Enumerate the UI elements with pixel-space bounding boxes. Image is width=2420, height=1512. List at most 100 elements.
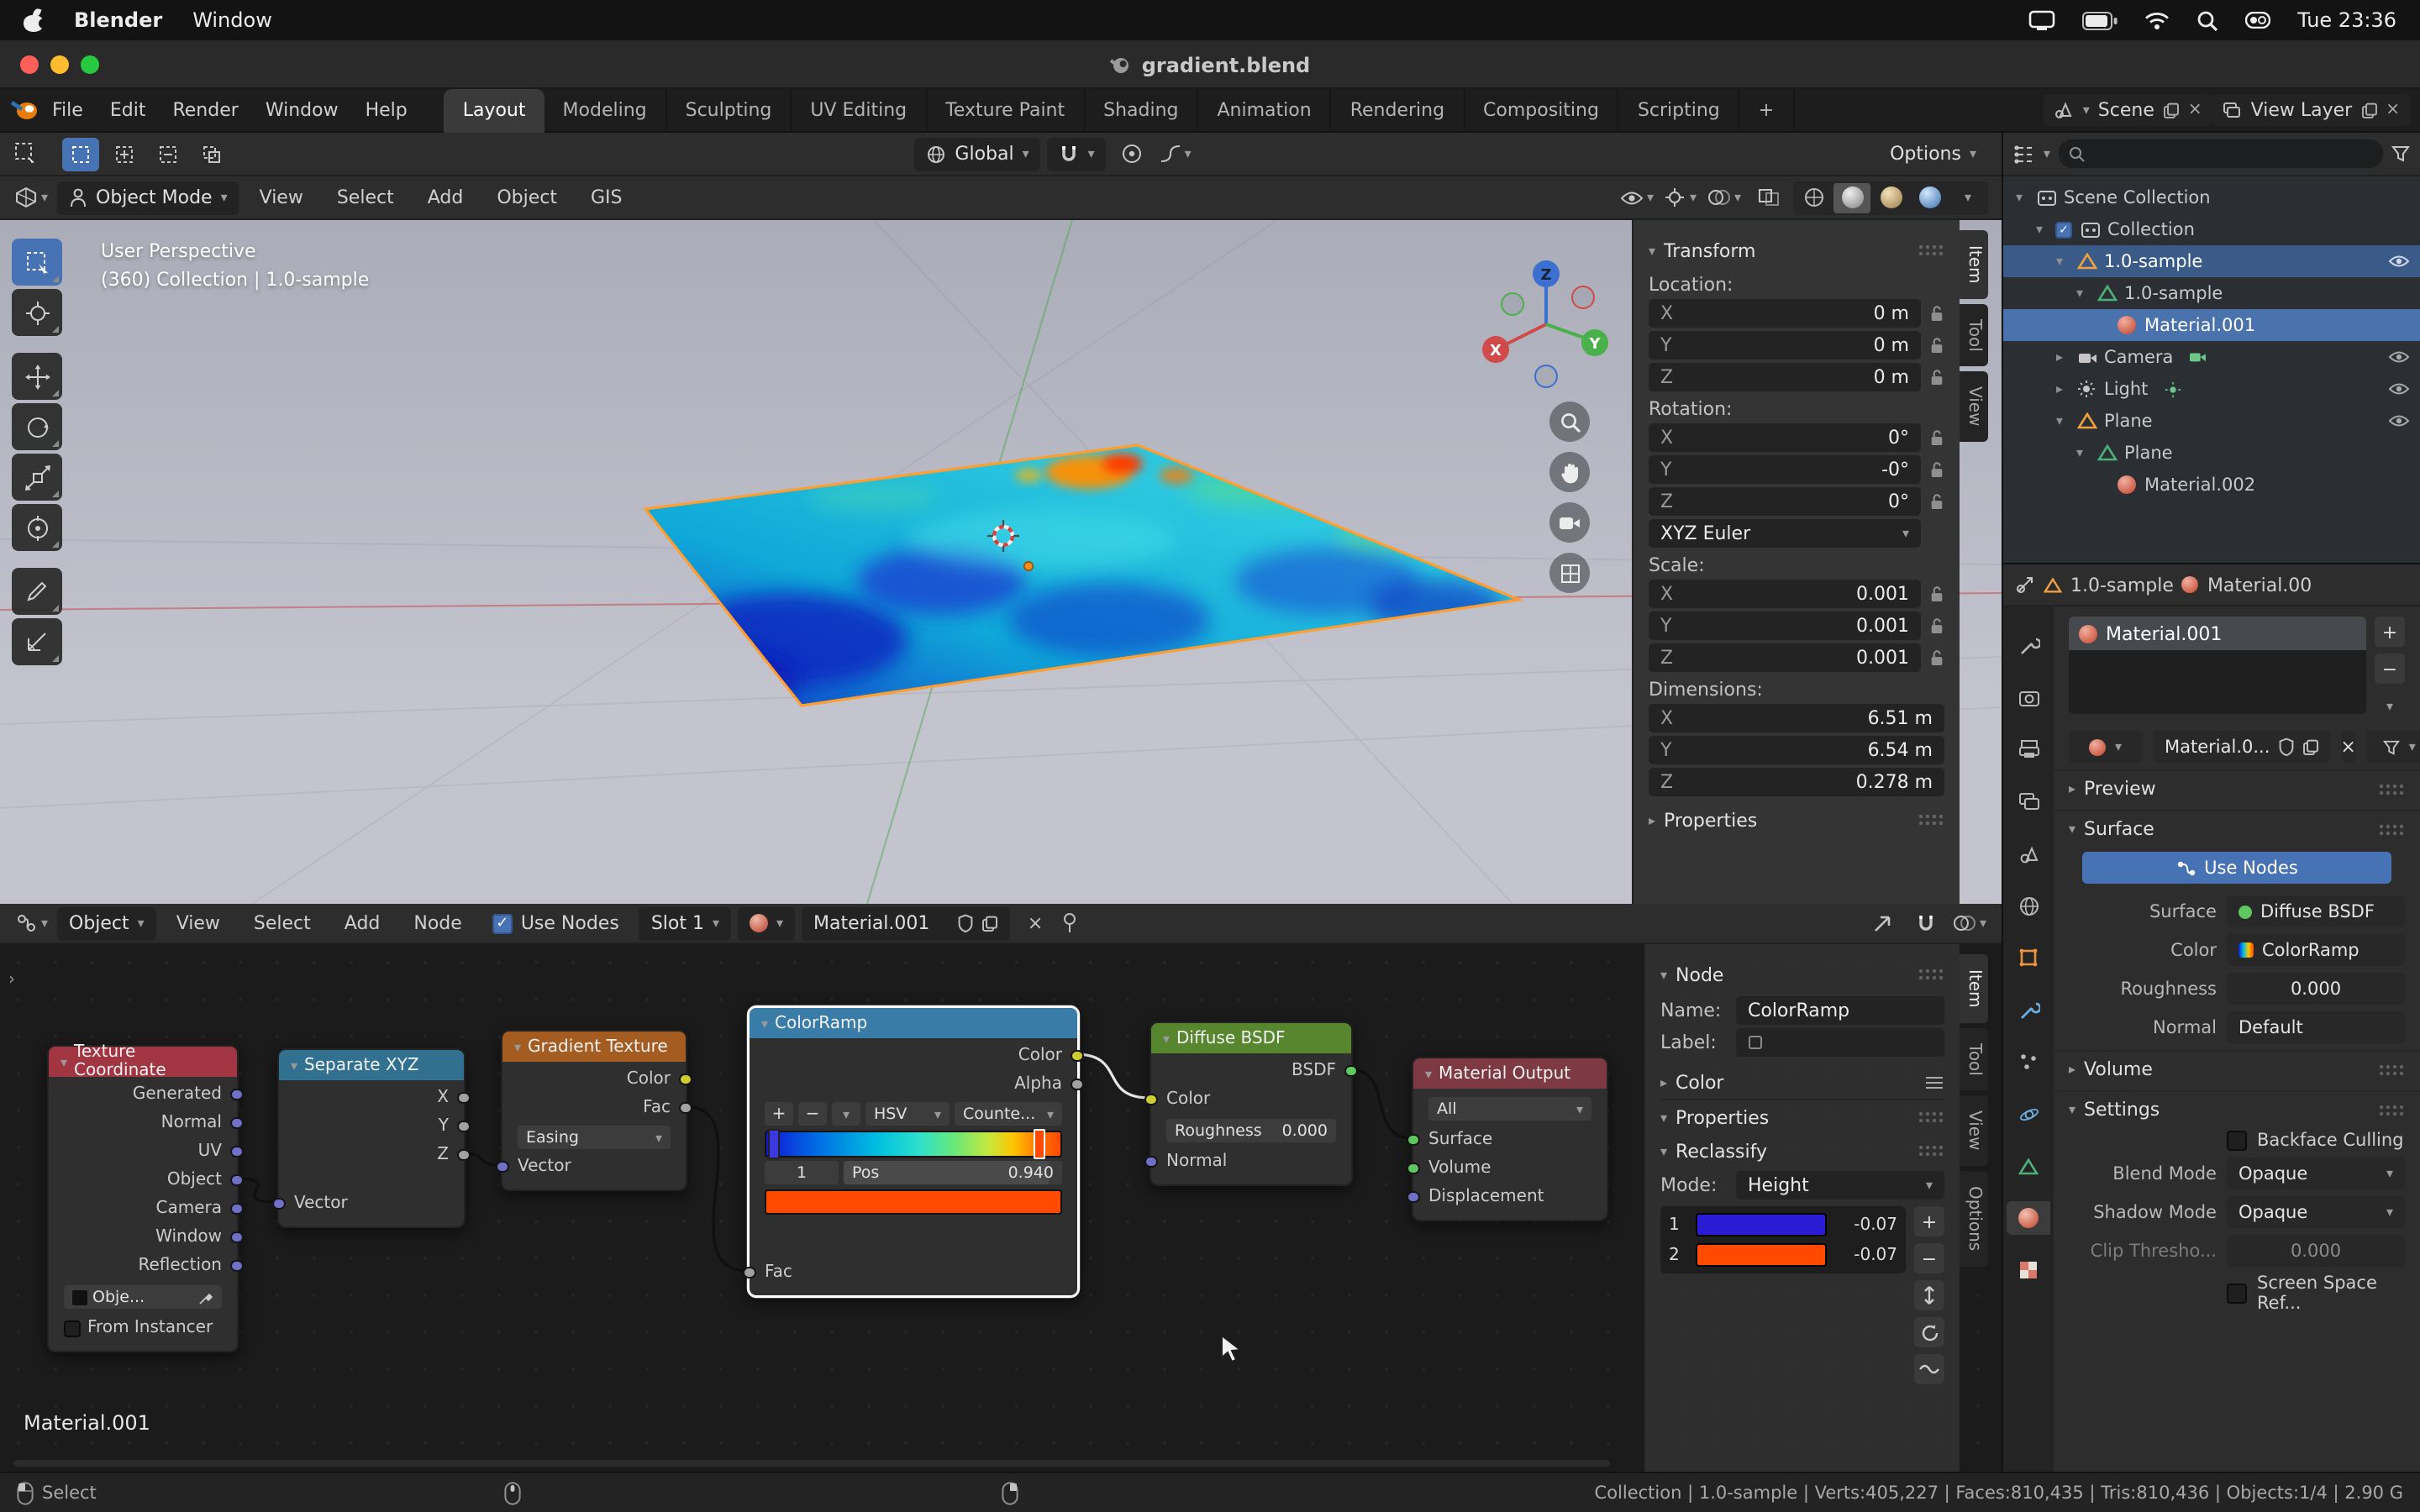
use-nodes-button[interactable]: Use Nodes: [2082, 852, 2391, 884]
settings-section-header[interactable]: ▾Settings: [2054, 1090, 2420, 1127]
tab-tool[interactable]: [2007, 628, 2050, 662]
tab-view[interactable]: View: [1960, 371, 1988, 441]
tool-move[interactable]: [12, 353, 62, 400]
from-instancer-row[interactable]: From Instancer: [49, 1314, 237, 1342]
blend-mode-dropdown[interactable]: Opaque▾: [2227, 1158, 2405, 1189]
ramp-stop-0[interactable]: [768, 1128, 780, 1158]
node-texture-coordinate[interactable]: ▾Texture Coordinate Generated Normal UV …: [47, 1045, 239, 1352]
menu-file[interactable]: File: [39, 88, 97, 132]
sh-menu-node[interactable]: Node: [400, 901, 475, 945]
add-stop-button[interactable]: +: [765, 1102, 793, 1126]
outliner-row-material-001[interactable]: Material.001: [2003, 309, 2420, 341]
tool-annotate[interactable]: [12, 568, 62, 615]
tab-particles[interactable]: [2007, 1045, 2050, 1079]
proportional-editing-icon[interactable]: [1113, 137, 1150, 171]
refresh-icon[interactable]: [1914, 1317, 1944, 1347]
move-rows-icon[interactable]: [1914, 1280, 1944, 1310]
scene-selector[interactable]: ▾ Scene ×: [2044, 94, 2212, 126]
reclassify-panel-header[interactable]: ▾Reclassify: [1660, 1134, 1944, 1168]
tab-texture[interactable]: [2007, 1253, 2050, 1287]
pan-hand-button[interactable]: [1549, 452, 1590, 492]
vp-menu-view[interactable]: View: [246, 176, 317, 219]
eye-icon[interactable]: [2388, 413, 2410, 428]
menu-bar-clock[interactable]: Tue 23:36: [2297, 8, 2396, 32]
rotation-y-field[interactable]: Y-0°: [1649, 455, 1921, 484]
outliner-row-collection[interactable]: ▾ ✓ Collection: [2003, 213, 2420, 245]
node-material-output[interactable]: ▾Material Output All▾ Surface Volume Dis…: [1412, 1057, 1608, 1221]
editor-type-properties-icon[interactable]: [2015, 575, 2035, 595]
select-mode-subtract-icon[interactable]: [150, 137, 187, 171]
color-mode-dropdown[interactable]: HSV▾: [865, 1102, 950, 1126]
remove-stop-button[interactable]: −: [798, 1102, 827, 1126]
view-layer-selector[interactable]: View Layer ×: [2212, 94, 2410, 126]
ssr-toggle[interactable]: Screen Space Ref...: [2227, 1273, 2405, 1314]
remove-view-layer-icon[interactable]: ×: [2386, 101, 2400, 119]
blender-logo-icon[interactable]: [10, 99, 39, 121]
interpolation-dropdown[interactable]: Counte...▾: [955, 1102, 1062, 1126]
new-scene-icon[interactable]: [2163, 102, 2180, 118]
workspace-tab-layout[interactable]: Layout: [445, 88, 544, 132]
heightmap-plane[interactable]: [630, 430, 1538, 724]
viewport-3d[interactable]: User Perspective (360) Collection | 1.0-…: [0, 220, 2002, 904]
socket-fac[interactable]: [743, 1266, 755, 1278]
material-name-field[interactable]: Material.001: [802, 906, 1010, 940]
camera-view-button[interactable]: [1549, 502, 1590, 543]
dimensions-x-field[interactable]: X6.51 m: [1649, 704, 1944, 732]
tab-tool[interactable]: Tool: [1960, 1028, 1988, 1091]
scale-x-field[interactable]: X0.001: [1649, 580, 1921, 608]
socket-surface[interactable]: [1407, 1133, 1419, 1146]
reclassify-row[interactable]: 2 -0.07: [1664, 1240, 1902, 1270]
stop-index-field[interactable]: 1: [765, 1161, 839, 1184]
tab-material[interactable]: [2007, 1201, 2050, 1235]
horizontal-scrollbar[interactable]: [13, 1460, 1610, 1467]
outliner-row-camera[interactable]: ▸ Camera: [2003, 341, 2420, 373]
pin-icon[interactable]: [1060, 912, 1079, 934]
outliner-search-input[interactable]: [2059, 139, 2383, 168]
spotlight-search-icon[interactable]: [2196, 9, 2218, 31]
lock-icon[interactable]: [1929, 492, 1944, 511]
menu-help[interactable]: Help: [352, 88, 421, 132]
vp-menu-gis[interactable]: GIS: [577, 176, 636, 219]
overlays-node-dropdown-icon[interactable]: ▾: [1951, 906, 1988, 940]
filter-icon[interactable]: [2391, 144, 2410, 163]
location-y-field[interactable]: Y0 m: [1649, 331, 1921, 360]
unlink-scene-icon[interactable]: ×: [2188, 101, 2202, 119]
rotation-x-field[interactable]: X0°: [1649, 423, 1921, 452]
display-icon[interactable]: [2028, 10, 2055, 30]
material-name-field[interactable]: Material.0...: [2153, 731, 2330, 763]
tab-object[interactable]: [2007, 941, 2050, 974]
lock-icon[interactable]: [1929, 617, 1944, 635]
lock-icon[interactable]: [1929, 304, 1944, 323]
reclassify-row[interactable]: 1 -0.07: [1664, 1210, 1902, 1240]
workspace-tab-scripting[interactable]: Scripting: [1619, 88, 1740, 132]
normal-input-button[interactable]: Default: [2227, 1011, 2405, 1043]
panel-grip[interactable]: [2378, 822, 2405, 836]
rotation-mode-dropdown[interactable]: XYZ Euler▾: [1649, 519, 1921, 548]
node-header[interactable]: ▾Material Output: [1413, 1058, 1607, 1089]
eye-icon[interactable]: [2388, 381, 2410, 396]
shading-rendered-icon[interactable]: [1911, 182, 1948, 213]
workspace-tab-rendering[interactable]: Rendering: [1332, 88, 1465, 132]
location-z-field[interactable]: Z0 m: [1649, 363, 1921, 391]
use-nodes-toggle[interactable]: ✓ Use Nodes: [492, 912, 619, 934]
workspace-tab-texture-paint[interactable]: Texture Paint: [927, 88, 1085, 132]
eyedropper-icon[interactable]: [198, 1289, 213, 1305]
breadcrumb-material[interactable]: Material.00: [2207, 574, 2312, 596]
socket-normal[interactable]: [1144, 1155, 1157, 1168]
workspace-tab-compositing[interactable]: Compositing: [1465, 88, 1619, 132]
roughness-slider[interactable]: Roughness0.000: [1166, 1119, 1336, 1142]
preview-section-header[interactable]: ▸Preview: [2054, 769, 2420, 806]
node-header[interactable]: ▾Gradient Texture: [502, 1032, 686, 1062]
panel-grip[interactable]: [1918, 1110, 1944, 1124]
volume-section-header[interactable]: ▸Volume: [2054, 1050, 2420, 1087]
select-mode-new-icon[interactable]: [62, 137, 99, 171]
lock-icon[interactable]: [1929, 336, 1944, 354]
lock-icon[interactable]: [1929, 368, 1944, 386]
editor-type-3d-viewport-icon[interactable]: ▾: [13, 181, 50, 214]
snap-node-icon[interactable]: [1907, 906, 1944, 940]
snap-dropdown[interactable]: ▾: [1048, 137, 1107, 171]
breadcrumb-object[interactable]: 1.0-sample: [2070, 574, 2174, 596]
falloff-dropdown-icon[interactable]: ▾: [1157, 137, 1194, 171]
socket-vector[interactable]: [272, 1197, 285, 1210]
node-panel-header[interactable]: ▾Node: [1660, 958, 1944, 991]
